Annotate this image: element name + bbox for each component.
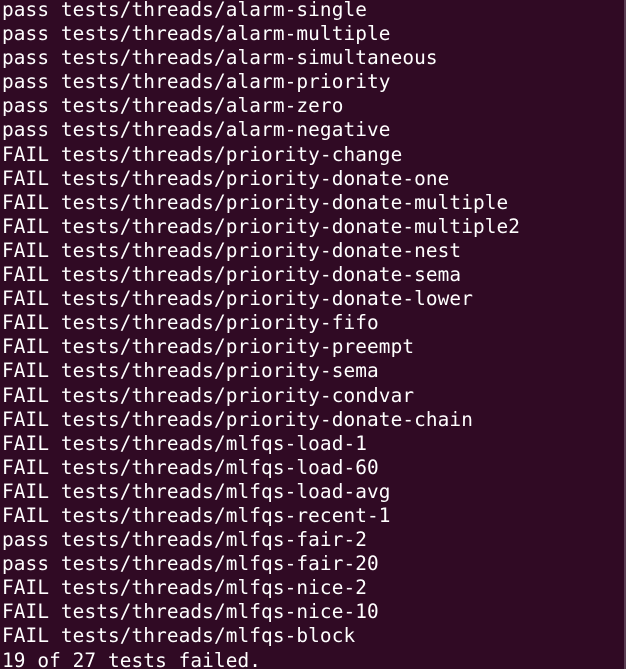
test-path: tests/threads/priority-donate-multiple2 bbox=[60, 214, 521, 238]
test-result-line: pass tests/threads/alarm-multiple bbox=[2, 22, 520, 46]
test-path: tests/threads/alarm-zero bbox=[60, 94, 344, 118]
test-result-line: FAIL tests/threads/priority-donate-sema bbox=[2, 263, 520, 287]
test-path: tests/threads/priority-sema bbox=[60, 359, 379, 383]
test-path: tests/threads/priority-preempt bbox=[60, 335, 415, 359]
test-status: pass bbox=[2, 22, 50, 46]
test-status: FAIL bbox=[2, 479, 50, 503]
test-result-line: FAIL tests/threads/priority-fifo bbox=[2, 311, 520, 335]
test-result-line: FAIL tests/threads/mlfqs-load-1 bbox=[2, 432, 520, 456]
test-path: tests/threads/mlfqs-load-1 bbox=[60, 431, 368, 455]
test-status: FAIL bbox=[2, 311, 50, 335]
test-path: tests/threads/mlfqs-load-avg bbox=[60, 479, 391, 503]
test-path: tests/threads/priority-donate-multiple bbox=[60, 190, 509, 214]
summary-line: 19 of 27 tests failed. bbox=[2, 648, 262, 669]
test-status: FAIL bbox=[2, 359, 50, 383]
test-result-line: pass tests/threads/alarm-negative bbox=[2, 118, 520, 142]
test-path: tests/threads/priority-donate-sema bbox=[60, 263, 462, 287]
test-path: tests/threads/priority-donate-lower bbox=[60, 287, 473, 311]
test-path: tests/threads/priority-donate-nest bbox=[60, 238, 462, 262]
test-path: tests/threads/priority-condvar bbox=[60, 383, 415, 407]
test-path: tests/threads/mlfqs-fair-2 bbox=[60, 528, 368, 552]
test-path: tests/threads/mlfqs-recent-1 bbox=[60, 503, 391, 527]
test-result-line: FAIL tests/threads/priority-donate-multi… bbox=[2, 191, 520, 215]
test-status: FAIL bbox=[2, 166, 50, 190]
test-result-line: pass tests/threads/alarm-simultaneous bbox=[2, 46, 520, 70]
test-result-line: FAIL tests/threads/mlfqs-block bbox=[2, 624, 520, 648]
test-status: FAIL bbox=[2, 431, 50, 455]
test-status: FAIL bbox=[2, 576, 50, 600]
test-status: FAIL bbox=[2, 287, 50, 311]
test-path: tests/threads/mlfqs-nice-10 bbox=[60, 600, 379, 624]
test-status: FAIL bbox=[2, 335, 50, 359]
test-result-line: FAIL tests/threads/mlfqs-recent-1 bbox=[2, 504, 520, 528]
test-result-line: FAIL tests/threads/priority-donate-one bbox=[2, 167, 520, 191]
test-status: pass bbox=[2, 0, 50, 21]
terminal-output: pass tests/threads/alarm-single pass test… bbox=[2, 0, 520, 669]
test-result-line: pass tests/threads/alarm-single bbox=[2, 0, 520, 22]
test-status: FAIL bbox=[2, 600, 50, 624]
test-path: tests/threads/priority-donate-one bbox=[60, 166, 450, 190]
test-path: tests/threads/mlfqs-block bbox=[60, 624, 356, 648]
test-status: pass bbox=[2, 70, 50, 94]
test-result-line: FAIL tests/threads/mlfqs-nice-2 bbox=[2, 576, 520, 600]
test-path: tests/threads/priority-donate-chain bbox=[60, 407, 473, 431]
test-result-line: pass tests/threads/mlfqs-fair-20 bbox=[2, 552, 520, 576]
test-result-line: FAIL tests/threads/mlfqs-nice-10 bbox=[2, 600, 520, 624]
test-status: FAIL bbox=[2, 238, 50, 262]
test-status: pass bbox=[2, 118, 50, 142]
test-status: pass bbox=[2, 46, 50, 70]
test-result-line: FAIL tests/threads/mlfqs-load-avg bbox=[2, 480, 520, 504]
test-result-line: FAIL tests/threads/priority-donate-chain bbox=[2, 408, 520, 432]
test-path: tests/threads/priority-change bbox=[60, 142, 403, 166]
test-status: pass bbox=[2, 94, 50, 118]
test-path: tests/threads/priority-fifo bbox=[60, 311, 379, 335]
test-status: FAIL bbox=[2, 263, 50, 287]
test-status: FAIL bbox=[2, 142, 50, 166]
terminal-window[interactable]: pass tests/threads/alarm-single pass test… bbox=[0, 0, 626, 669]
test-result-line: FAIL tests/threads/priority-sema bbox=[2, 359, 520, 383]
test-result-line: FAIL tests/threads/priority-change bbox=[2, 143, 520, 167]
test-path: tests/threads/alarm-negative bbox=[60, 118, 391, 142]
test-result-line: FAIL tests/threads/priority-donate-multi… bbox=[2, 215, 520, 239]
test-result-line: FAIL tests/threads/priority-donate-lower bbox=[2, 287, 520, 311]
test-status: FAIL bbox=[2, 383, 50, 407]
test-result-line: FAIL tests/threads/priority-condvar bbox=[2, 384, 520, 408]
test-result-line: FAIL tests/threads/priority-preempt bbox=[2, 335, 520, 359]
test-path: tests/threads/mlfqs-nice-2 bbox=[60, 576, 368, 600]
test-path: tests/threads/alarm-simultaneous bbox=[60, 46, 438, 70]
test-status: FAIL bbox=[2, 407, 50, 431]
test-path: tests/threads/mlfqs-fair-20 bbox=[60, 552, 379, 576]
test-status: FAIL bbox=[2, 190, 50, 214]
test-path: tests/threads/alarm-multiple bbox=[60, 22, 391, 46]
test-status: FAIL bbox=[2, 503, 50, 527]
test-path: tests/threads/mlfqs-load-60 bbox=[60, 455, 379, 479]
test-status: FAIL bbox=[2, 455, 50, 479]
test-path: tests/threads/alarm-single bbox=[60, 0, 368, 21]
test-result-line: FAIL tests/threads/priority-donate-nest bbox=[2, 239, 520, 263]
test-result-line: pass tests/threads/alarm-zero bbox=[2, 94, 520, 118]
test-result-line: pass tests/threads/mlfqs-fair-2 bbox=[2, 528, 520, 552]
test-path: tests/threads/alarm-priority bbox=[60, 70, 391, 94]
test-status: pass bbox=[2, 552, 50, 576]
test-status: FAIL bbox=[2, 214, 50, 238]
test-result-line: FAIL tests/threads/mlfqs-load-60 bbox=[2, 456, 520, 480]
test-result-line: pass tests/threads/alarm-priority bbox=[2, 70, 520, 94]
test-status: FAIL bbox=[2, 624, 50, 648]
test-status: pass bbox=[2, 528, 50, 552]
